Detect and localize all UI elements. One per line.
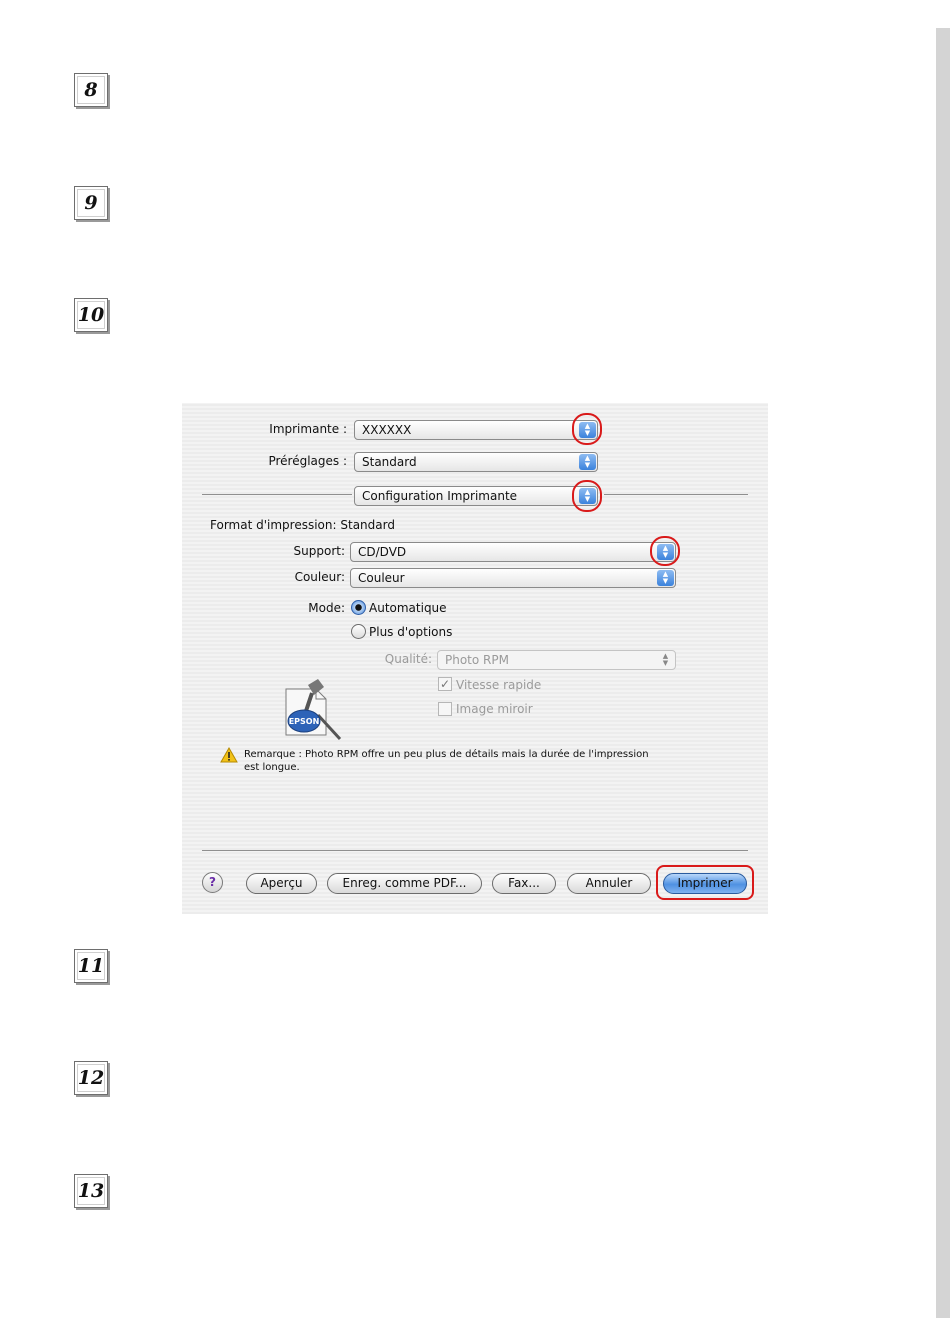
separator — [202, 850, 748, 851]
step-12-marker: 12 — [74, 1061, 108, 1095]
mirror-checkbox[interactable] — [438, 702, 452, 716]
separator — [202, 494, 352, 495]
popup-arrows-icon: ▲ ▼ — [662, 652, 669, 667]
step-13-marker: 13 — [74, 1174, 108, 1208]
quality-label: Qualité: — [384, 652, 432, 666]
mode-label: Mode: — [308, 601, 345, 615]
printer-value: XXXXXX — [362, 423, 412, 437]
presets-label: Préréglages : — [268, 454, 347, 468]
color-popup[interactable]: Couleur ▲ ▼ — [350, 568, 676, 588]
mode-auto-radio[interactable] — [351, 600, 366, 615]
svg-text:EPSON: EPSON — [289, 717, 320, 726]
step-10-marker: 10 — [74, 298, 108, 332]
step-9-marker: 9 — [74, 186, 108, 220]
print-dialog: Imprimante : XXXXXX ▲ ▼ Préréglages : Sta… — [182, 403, 768, 914]
highlight-ring — [572, 480, 602, 512]
page-edge-strip — [936, 28, 950, 1318]
cancel-button[interactable]: Annuler — [567, 873, 651, 894]
epson-utility-icon: EPSON — [285, 679, 342, 741]
help-button[interactable]: ? — [202, 872, 223, 893]
support-value: CD/DVD — [358, 545, 407, 559]
color-value: Couleur — [358, 571, 405, 585]
popup-arrows-icon: ▲ ▼ — [579, 454, 596, 470]
save-pdf-button[interactable]: Enreg. comme PDF... — [327, 873, 482, 894]
highlight-ring — [572, 413, 602, 445]
note-text: Remarque : Photo RPM offre un peu plus d… — [244, 749, 649, 773]
support-popup[interactable]: CD/DVD ▲ ▼ — [350, 542, 676, 562]
separator — [604, 494, 748, 495]
warning-icon — [220, 747, 238, 763]
fast-speed-checkbox[interactable]: ✓ — [438, 677, 452, 691]
mode-more-label: Plus d'options — [369, 625, 453, 639]
printer-label: Imprimante : — [269, 422, 347, 436]
color-label: Couleur: — [294, 570, 345, 584]
presets-popup[interactable]: Standard ▲ ▼ — [354, 452, 598, 472]
presets-value: Standard — [362, 455, 417, 469]
step-11-marker: 11 — [74, 949, 108, 983]
fast-speed-label: Vitesse rapide — [456, 678, 542, 692]
popup-arrows-icon: ▲ ▼ — [657, 570, 674, 586]
mode-auto-label: Automatique — [369, 601, 447, 615]
panel-value: Configuration Imprimante — [362, 489, 518, 503]
quality-value: Photo RPM — [445, 653, 509, 667]
mirror-label: Image miroir — [456, 702, 533, 716]
format-label: Format d'impression: Standard — [210, 518, 395, 532]
fax-button[interactable]: Fax... — [492, 873, 556, 894]
preview-button[interactable]: Aperçu — [246, 873, 317, 894]
mode-more-radio[interactable] — [351, 624, 366, 639]
highlight-ring — [656, 865, 754, 900]
printer-popup[interactable]: XXXXXX ▲ ▼ — [354, 420, 598, 440]
highlight-ring — [650, 536, 680, 566]
quality-popup[interactable]: Photo RPM ▲ ▼ — [437, 650, 676, 670]
format-value: Standard — [340, 518, 395, 532]
panel-popup[interactable]: Configuration Imprimante ▲ ▼ — [354, 486, 598, 506]
step-8-marker: 8 — [74, 73, 108, 107]
support-label: Support: — [293, 544, 345, 558]
